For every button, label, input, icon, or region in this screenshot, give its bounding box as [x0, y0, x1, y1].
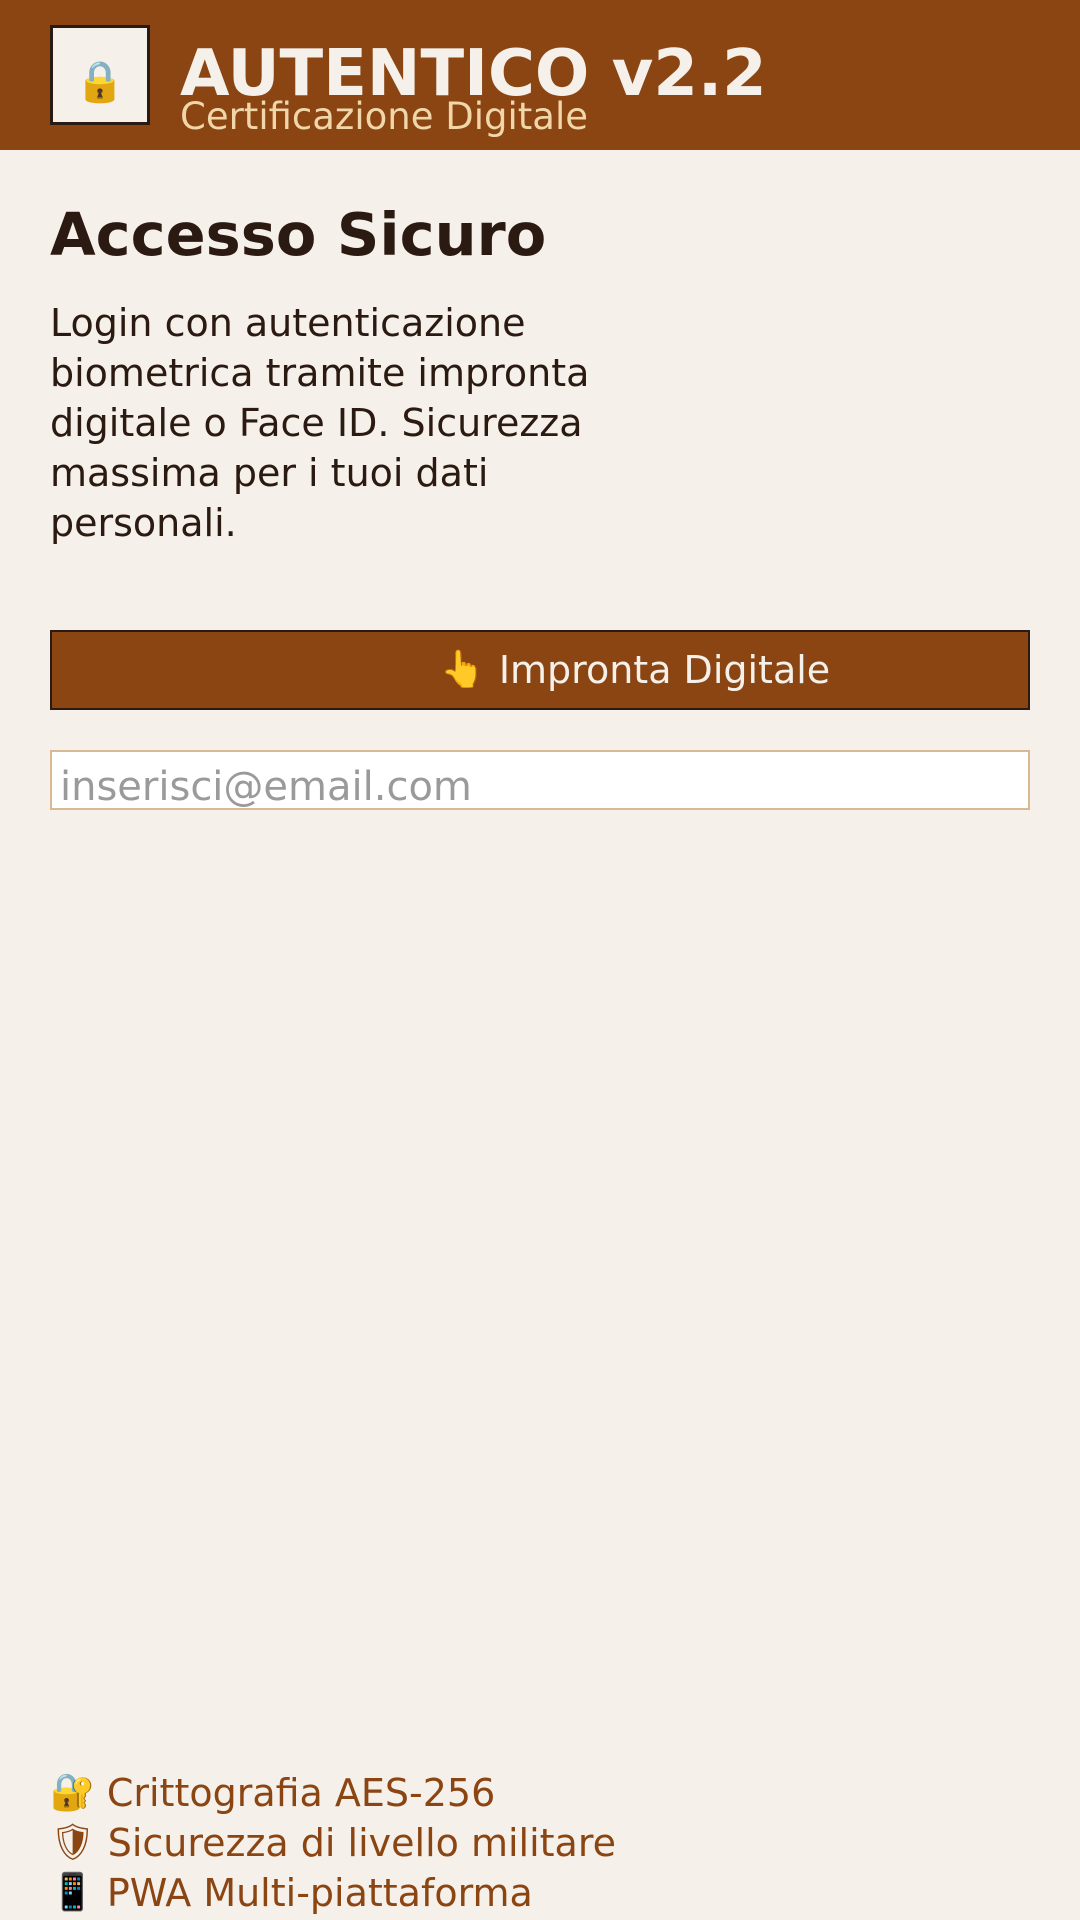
feature-label: Crittografia AES-256 — [106, 1771, 496, 1815]
feature-item-encryption: 🔐 Crittografia AES-256 — [50, 1768, 616, 1818]
fingerprint-button-label: Impronta Digitale — [498, 648, 831, 692]
app-subtitle: Certificazione Digitale — [180, 95, 588, 138]
feature-item-pwa: 📱 PWA Multi-piattaforma — [50, 1868, 616, 1918]
app-logo: 🔒 — [50, 25, 150, 125]
feature-list: 🔐 Crittografia AES-256 🛡 Sicurezza di li… — [50, 1768, 616, 1918]
fingerprint-icon: 👆 — [440, 649, 485, 690]
page-description: Login con autenticazione biometrica tram… — [50, 301, 590, 545]
email-field[interactable] — [50, 750, 1030, 810]
shield-icon: 🛡 — [50, 1822, 96, 1863]
fingerprint-login-button[interactable]: 👆 Impronta Digitale — [50, 630, 1030, 710]
lock-icon: 🔒 — [75, 58, 125, 105]
feature-label: Sicurezza di livello militare — [107, 1821, 617, 1865]
feature-label: PWA Multi-piattaforma — [106, 1871, 533, 1915]
app-header: 🔒 AUTENTICO v2.2 Certificazione Digitale — [0, 0, 1080, 150]
mobile-icon: 📱 — [50, 1872, 95, 1913]
page-title: Accesso Sicuro — [50, 200, 547, 269]
feature-item-military-security: 🛡 Sicurezza di livello militare — [50, 1818, 616, 1868]
lock-icon: 🔐 — [50, 1772, 95, 1813]
